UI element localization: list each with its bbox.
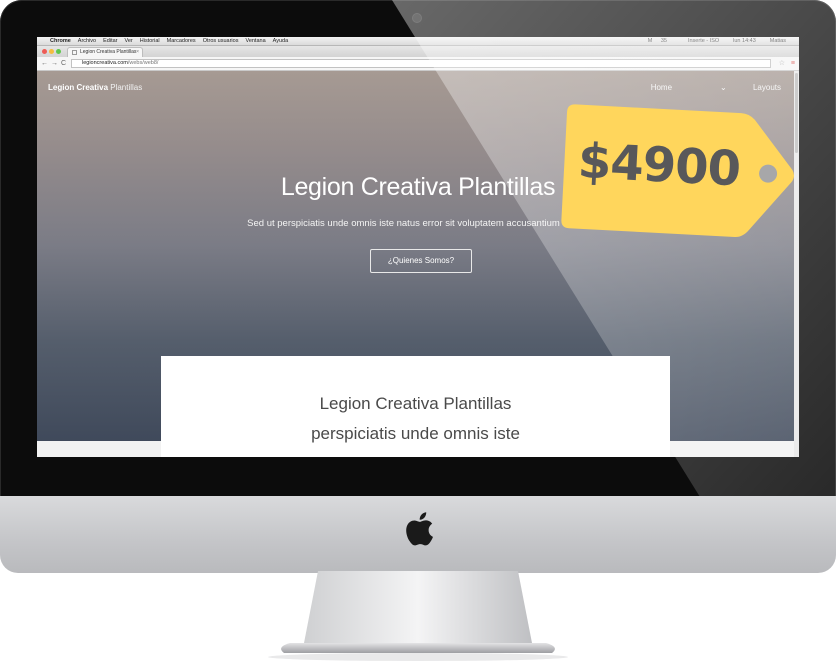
screen: Chrome Archivo Editar Ver Historial Marc… (37, 37, 799, 457)
minimize-window-icon[interactable] (49, 49, 54, 54)
stand-base (281, 643, 555, 653)
price-label: $4900 (576, 133, 742, 198)
bookmark-star-icon[interactable]: ☆ (779, 58, 785, 69)
back-icon[interactable]: ← (41, 58, 48, 69)
apple-logo-icon (406, 512, 433, 546)
tab-title: Legion Creativa Plantillas (80, 49, 137, 55)
menubar-status: M 35 Inserte - ISO lun 14:43 Matias (641, 37, 793, 45)
menu-item-ventana[interactable]: Ventana (245, 37, 265, 45)
menu-item-otros-usuarios[interactable]: Otros usuarios (203, 37, 239, 45)
imac-stand (268, 571, 568, 661)
menu-app-name[interactable]: Chrome (50, 37, 71, 45)
zoom-window-icon[interactable] (56, 49, 61, 54)
menu-item-editar[interactable]: Editar (103, 37, 117, 45)
brand-light: Plantillas (108, 83, 143, 92)
menu-item-ver[interactable]: Ver (125, 37, 133, 45)
browser-menu-icon[interactable]: ≡ (791, 58, 795, 69)
card-heading: Legion Creativa Plantillas (319, 394, 512, 413)
nav-layouts[interactable]: ⌄ Layouts (696, 83, 781, 92)
forward-icon[interactable]: → (51, 58, 58, 69)
tab-bar: Legion Creativa Plantillas × (37, 46, 799, 57)
menu-item-marcadores[interactable]: Marcadores (167, 37, 196, 45)
url-host: legioncreativa.com (82, 60, 128, 66)
imac-chin (0, 496, 836, 573)
url-path: /webs/web8/ (127, 60, 159, 66)
address-toolbar: ← → C legioncreativa.com/webs/web8/ ☆ ≡ (37, 57, 799, 71)
mac-menubar: Chrome Archivo Editar Ver Historial Marc… (37, 37, 799, 46)
mail-count: 35 (660, 38, 667, 44)
stand-neck (304, 571, 532, 643)
reload-icon[interactable]: C (61, 58, 66, 69)
site-brand[interactable]: Legion Creativa Plantillas (48, 83, 142, 92)
camera-icon (413, 14, 421, 22)
menu-item-historial[interactable]: Historial (140, 37, 160, 45)
menubar-user[interactable]: Matias (770, 37, 786, 45)
menu-item-archivo[interactable]: Archivo (78, 37, 96, 45)
browser-tab[interactable]: Legion Creativa Plantillas × (67, 47, 143, 57)
stand-shadow (268, 653, 568, 661)
site-nav: Home ⌄ Layouts (627, 83, 781, 92)
card-subheading: perspiciatis unde omnis iste (311, 424, 520, 443)
input-source[interactable]: Inserte - ISO (688, 37, 719, 45)
mail-status[interactable]: M 35 (648, 37, 674, 45)
menubar-clock[interactable]: lun 14:43 (733, 37, 756, 45)
menu-item-ayuda[interactable]: Ayuda (273, 37, 289, 45)
about-us-button[interactable]: ¿Quienes Somos? (370, 249, 472, 273)
intro-card: Legion Creativa Plantillas perspiciatis … (161, 356, 670, 457)
chevron-down-icon: ⌄ (720, 83, 729, 92)
page-favicon-icon (72, 50, 77, 55)
close-window-icon[interactable] (42, 49, 47, 54)
nav-layouts-label: Layouts (752, 83, 781, 92)
brand-bold: Legion Creativa (48, 83, 109, 92)
url-input[interactable]: legioncreativa.com/webs/web8/ (71, 59, 771, 68)
nav-home[interactable]: Home (651, 83, 672, 92)
tab-close-icon[interactable]: × (136, 48, 139, 57)
